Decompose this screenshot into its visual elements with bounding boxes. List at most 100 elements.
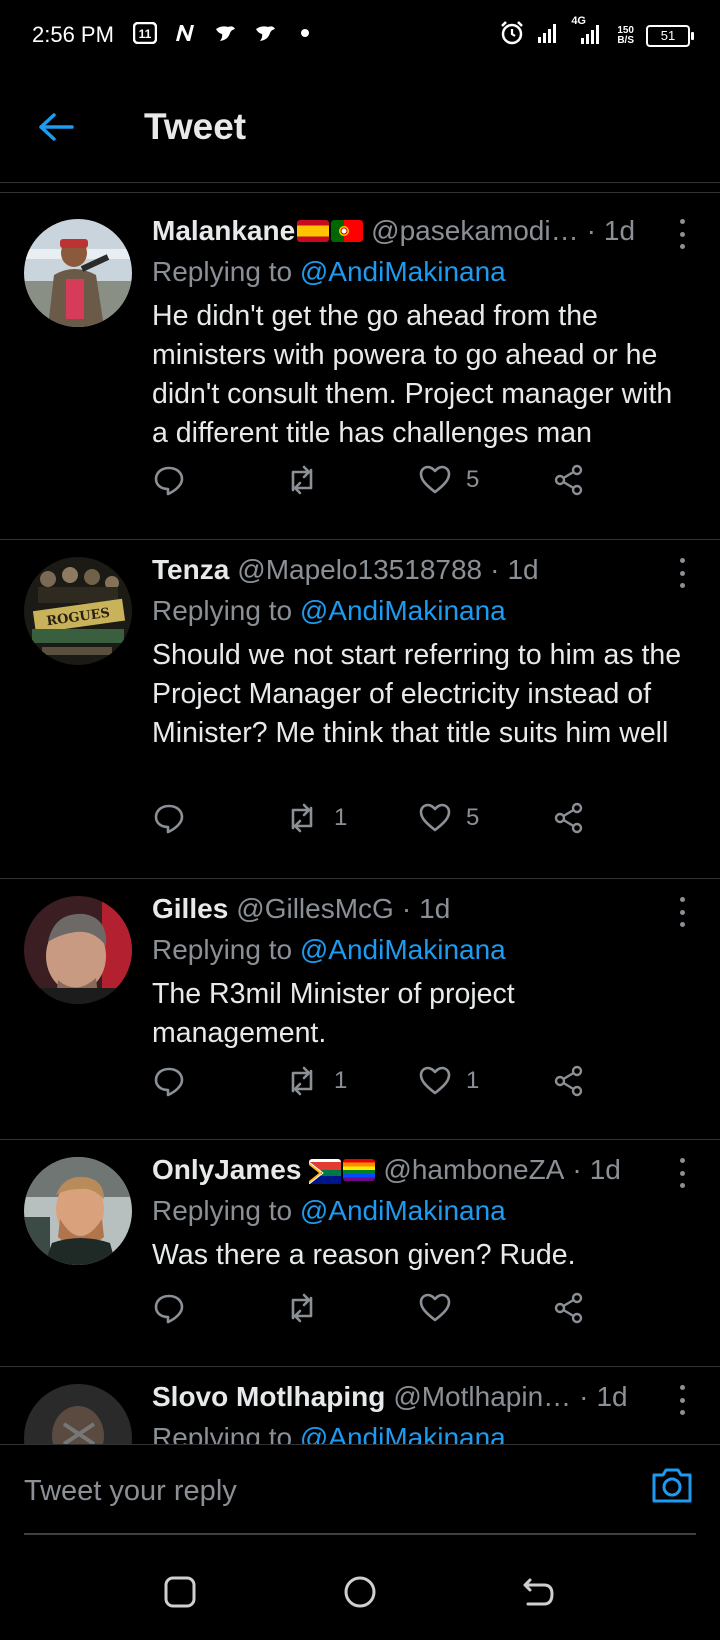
replying-to-link[interactable]: @AndiMakinana xyxy=(300,1195,506,1226)
replying-to: Replying to @AndiMakinana xyxy=(152,934,506,966)
tweet-item[interactable]: ROGUES Tenza @Mapelo13518788 · 1d Replyi… xyxy=(0,539,720,879)
reply-button[interactable] xyxy=(152,1061,200,1101)
like-button[interactable] xyxy=(418,1288,466,1328)
user-handle[interactable]: @pasekamodi… xyxy=(371,215,578,247)
system-nav-bar xyxy=(0,1536,720,1640)
tweet-actions xyxy=(152,1288,632,1328)
reply-composer: Tweet your reply xyxy=(0,1444,720,1537)
reply-button[interactable] xyxy=(152,1288,200,1328)
more-options-icon[interactable] xyxy=(678,1158,686,1188)
share-button[interactable] xyxy=(552,460,586,500)
tweet-age: 1d xyxy=(507,554,539,585)
reply-icon xyxy=(154,804,184,834)
reply-button[interactable] xyxy=(152,798,200,838)
net-speed-unit: B/S xyxy=(617,34,634,46)
reply-button[interactable] xyxy=(152,460,200,500)
net-speed-value: 150 xyxy=(617,24,634,36)
like-button[interactable]: 5 xyxy=(418,460,479,500)
bird-notification-icon xyxy=(252,22,278,44)
like-button[interactable]: 5 xyxy=(418,798,479,838)
like-count: 5 xyxy=(466,466,480,493)
tweet-actions: 1 1 xyxy=(152,1061,632,1101)
avatar[interactable] xyxy=(24,219,132,327)
retweet-button[interactable]: 1 xyxy=(284,1061,347,1101)
tweet-actions: 5 xyxy=(152,460,632,500)
replying-to-link[interactable]: @AndiMakinana xyxy=(300,256,506,287)
retweet-icon xyxy=(291,465,313,495)
tweet-text: He didn't get the go ahead from the mini… xyxy=(152,300,673,449)
share-icon xyxy=(554,1065,583,1097)
tweet-text: The R3mil Minister of project management… xyxy=(152,978,515,1049)
share-button[interactable] xyxy=(552,798,586,838)
bird-notification-icon xyxy=(212,22,238,44)
more-options-icon[interactable] xyxy=(678,1385,686,1415)
retweet-count: 1 xyxy=(334,1067,348,1094)
page-title: Tweet xyxy=(144,106,247,147)
alarm-icon xyxy=(499,20,525,51)
back-return-icon[interactable] xyxy=(520,1574,556,1610)
south-africa-flag-icon xyxy=(309,1159,342,1185)
avatar[interactable] xyxy=(24,1384,132,1445)
replying-to-link[interactable]: @AndiMakinana xyxy=(300,595,506,626)
avatar[interactable] xyxy=(24,896,132,1004)
status-time: 2:56 PM xyxy=(32,22,114,47)
net-speed: 150 B/S xyxy=(617,24,634,46)
signal-icon xyxy=(537,22,559,49)
tweet-text: Should we not start referring to him as … xyxy=(152,639,682,749)
share-icon xyxy=(554,464,583,496)
home-circle-icon[interactable] xyxy=(342,1574,378,1610)
back-arrow-icon[interactable] xyxy=(36,112,76,142)
tweet-age: 1d xyxy=(603,215,636,246)
retweet-count: 1 xyxy=(334,804,348,831)
user-name[interactable]: Tenza xyxy=(152,554,229,586)
share-button[interactable] xyxy=(552,1061,586,1101)
tweet-header: Tenza @Mapelo13518788 · 1d xyxy=(152,554,539,586)
more-options-icon[interactable] xyxy=(678,219,686,249)
replying-to-label: Replying to xyxy=(152,256,293,287)
user-handle[interactable]: @Motlhapin… xyxy=(393,1381,571,1413)
user-name[interactable]: Slovo Motlhaping xyxy=(152,1381,385,1413)
user-handle[interactable]: @Mapelo13518788 xyxy=(237,554,482,586)
tweet-item[interactable]: Malankane @pasekamodi… · 1d Replying to … xyxy=(0,193,720,540)
user-handle[interactable]: @hamboneZA xyxy=(383,1154,564,1186)
user-handle[interactable]: @GillesMcG xyxy=(236,893,394,925)
avatar[interactable] xyxy=(24,1157,132,1265)
replying-to-link[interactable]: @AndiMakinana xyxy=(300,934,506,965)
tweet-age: 1d xyxy=(596,1381,628,1412)
tweet-actions: 1 5 xyxy=(152,798,632,838)
avatar[interactable]: ROGUES xyxy=(24,557,132,665)
retweet-icon xyxy=(291,1293,313,1323)
replying-to-label: Replying to xyxy=(152,1422,293,1445)
tweet-item[interactable]: Slovo Motlhaping @Motlhapin… · 1d Replyi… xyxy=(0,1366,720,1445)
user-name[interactable]: Malankane xyxy=(152,215,295,247)
like-count: 5 xyxy=(466,804,480,831)
user-name[interactable]: Gilles xyxy=(152,893,228,925)
signal-4g-icon: 4G xyxy=(571,15,605,50)
status-bar: 2:56 PM 11 4G 150 B/S 51 xyxy=(0,0,720,72)
n-notification-icon xyxy=(172,22,198,44)
notification-icons: 11 xyxy=(132,22,318,44)
tweet-age: 1d xyxy=(419,893,451,924)
tweet-item[interactable]: OnlyJames @hamboneZA · 1d Replying to @A… xyxy=(0,1139,720,1367)
more-options-icon[interactable] xyxy=(678,558,686,588)
reply-list[interactable]: Malankane @pasekamodi… · 1d Replying to … xyxy=(0,192,720,1445)
more-options-icon[interactable] xyxy=(678,897,686,927)
tweet-header: OnlyJames @hamboneZA · 1d xyxy=(152,1154,621,1186)
reply-input[interactable]: Tweet your reply xyxy=(24,1467,624,1515)
replying-to-link[interactable]: @AndiMakinana xyxy=(300,1422,506,1445)
network-type: 4G xyxy=(571,15,586,27)
retweet-button[interactable]: 1 xyxy=(284,798,347,838)
user-name[interactable]: OnlyJames xyxy=(152,1154,301,1186)
share-button[interactable] xyxy=(552,1288,586,1328)
camera-icon[interactable] xyxy=(650,1465,694,1505)
share-icon xyxy=(554,802,583,834)
tweet-text: Was there a reason given? Rude. xyxy=(152,1239,576,1271)
retweet-button[interactable] xyxy=(284,460,334,500)
tweet-item[interactable]: Gilles @GillesMcG · 1d Replying to @Andi… xyxy=(0,878,720,1140)
like-button[interactable]: 1 xyxy=(418,1061,479,1101)
replying-to: Replying to @AndiMakinana xyxy=(152,256,506,288)
retweet-button[interactable] xyxy=(284,1288,334,1328)
recents-square-icon[interactable] xyxy=(162,1574,198,1610)
like-count: 1 xyxy=(466,1067,480,1094)
rainbow-flag-icon xyxy=(343,1159,376,1181)
